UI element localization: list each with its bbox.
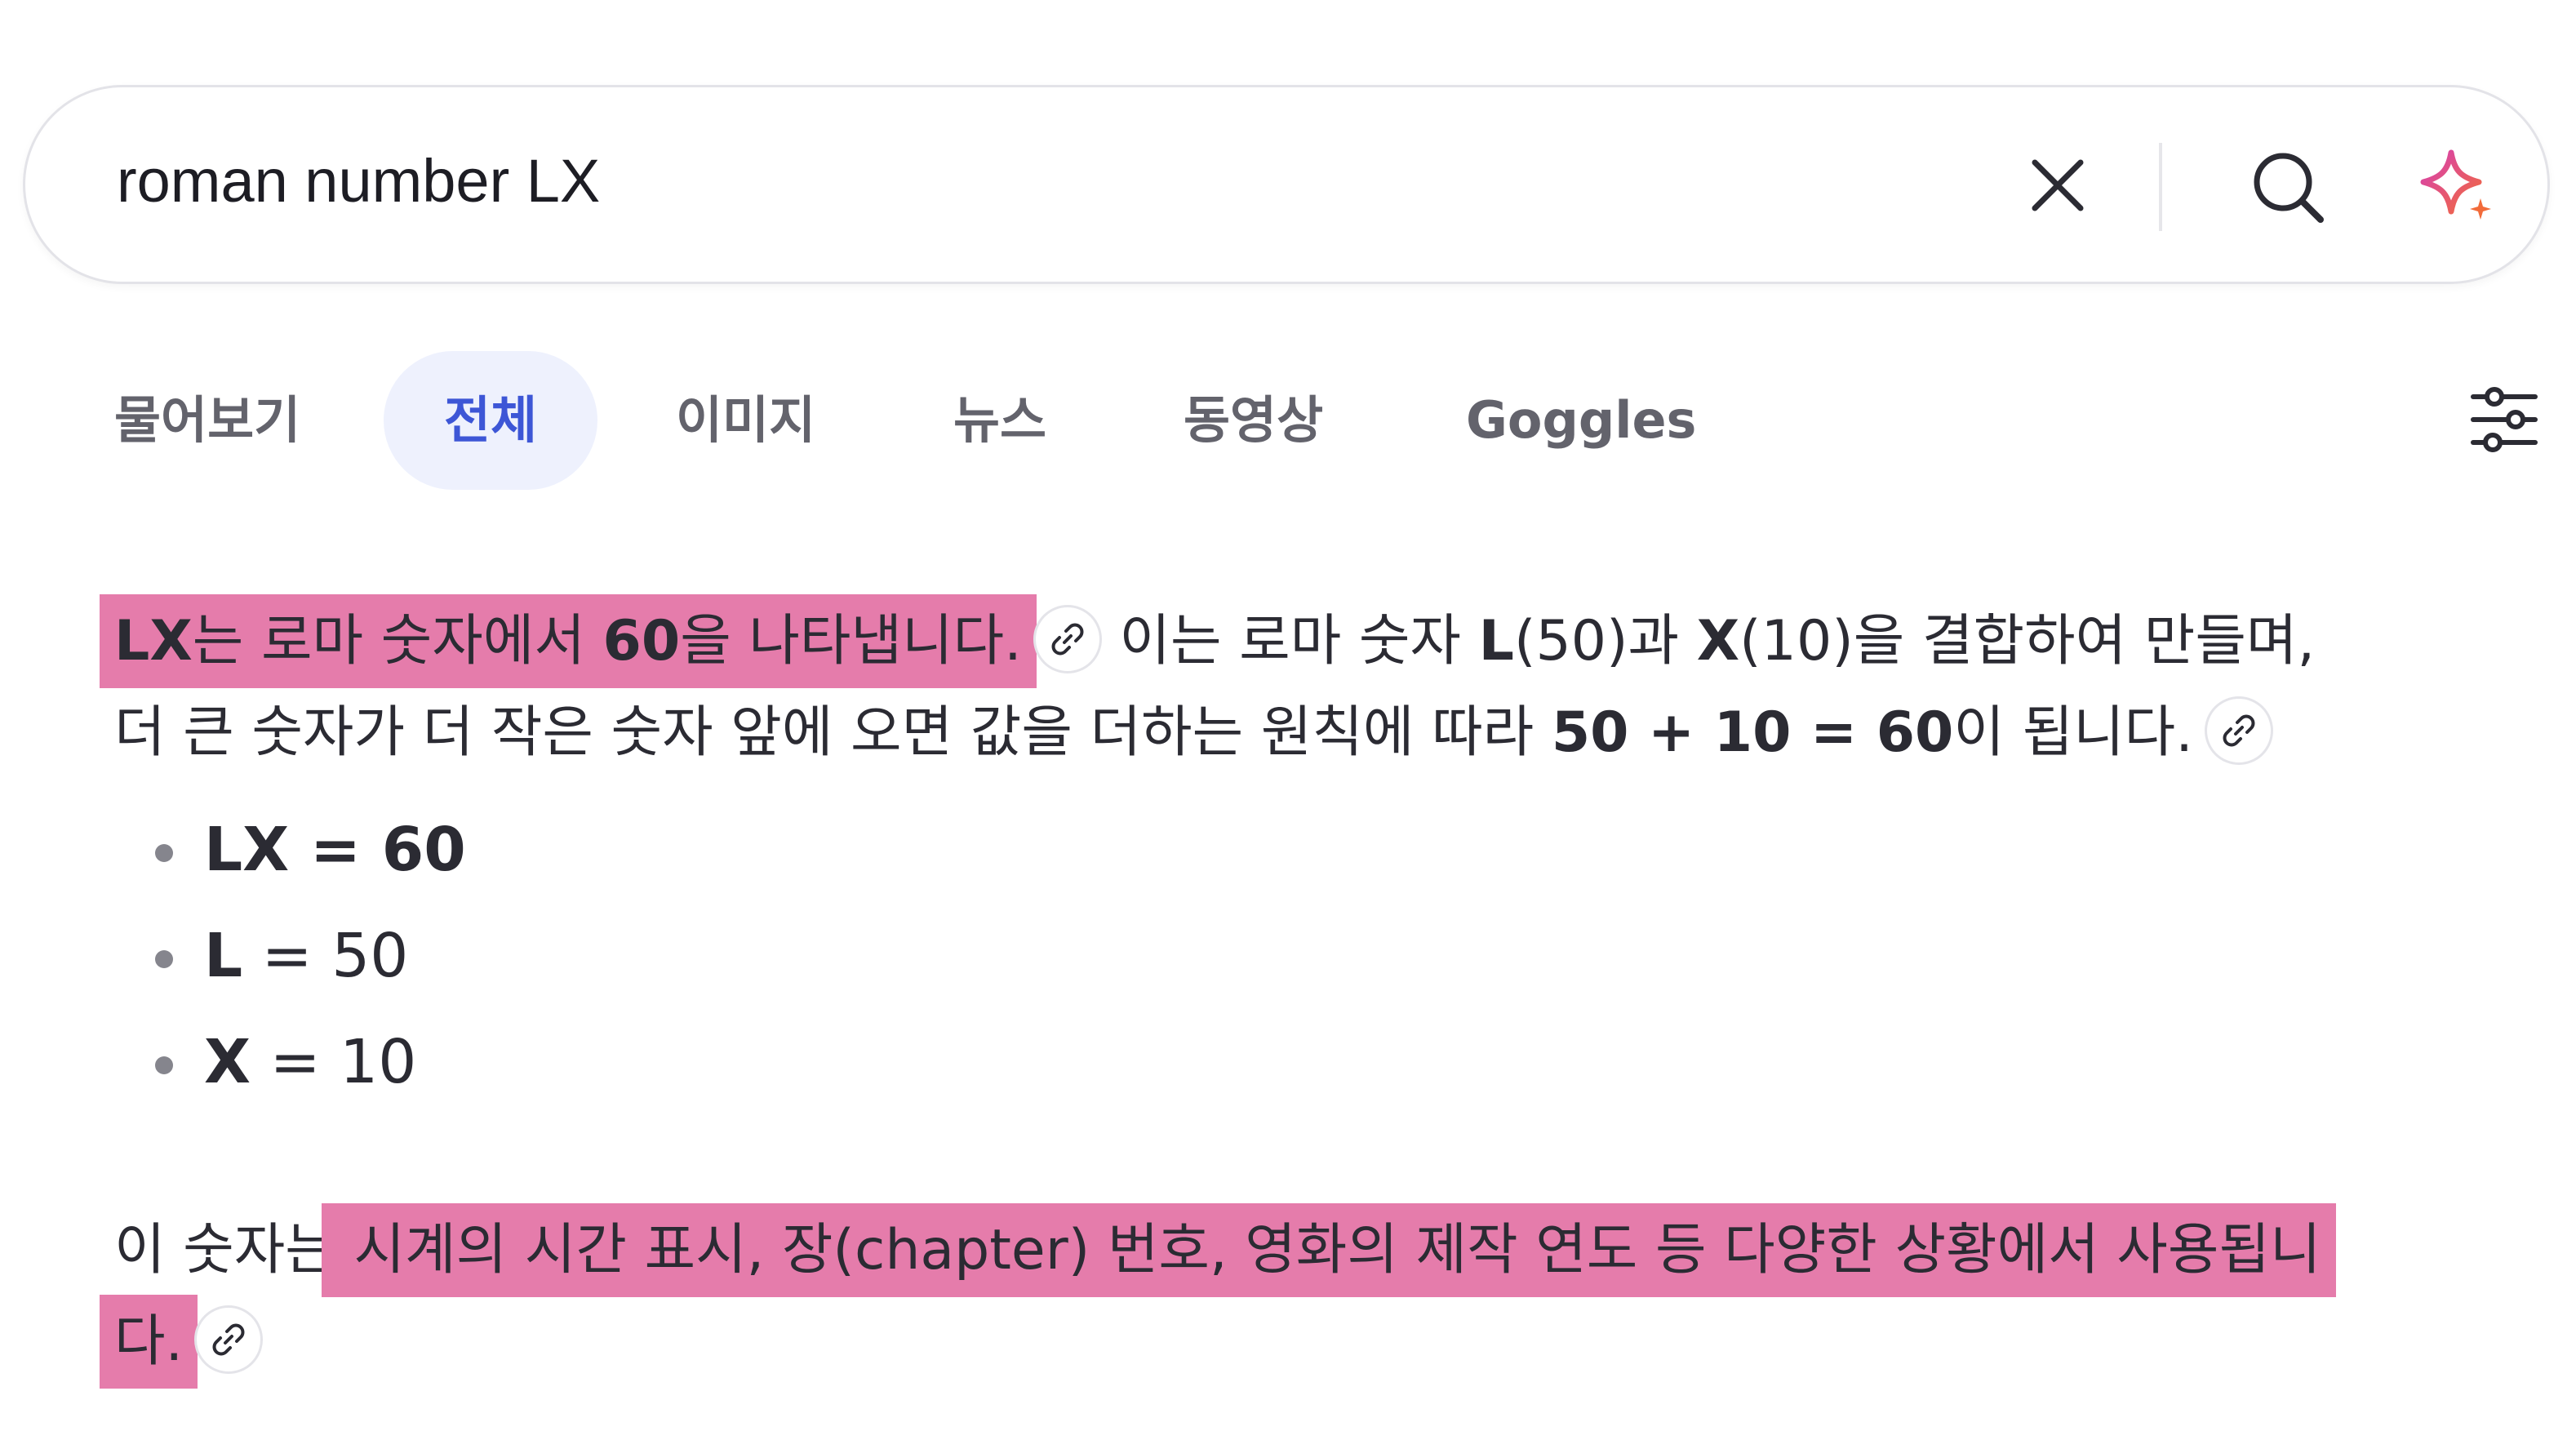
close-icon (2032, 159, 2084, 211)
answer-text: 이는 로마 숫자 (1101, 609, 1479, 673)
tab-images[interactable]: 이미지 (676, 351, 815, 490)
search-input[interactable]: roman number LX (117, 146, 600, 216)
bullet-bold-text: X (204, 1027, 251, 1097)
highlighted-text: 시계의 시간 표시, 장(chapter) 번호, 영화의 제작 연도 등 다양… (335, 1218, 2321, 1282)
list-item: LX = 60 (155, 797, 2481, 903)
answer-paragraph-2: 이 숫자는 시계의 시간 표시, 장(chapter) 번호, 영화의 제작 연… (114, 1205, 2481, 1388)
sliders-icon (2471, 387, 2538, 452)
link-icon (2223, 714, 2255, 747)
tab-ask[interactable]: 물어보기 (114, 351, 300, 490)
bullet-bold-text: L (204, 921, 243, 991)
link-icon (1051, 623, 1084, 656)
tab-videos[interactable]: 동영상 (1184, 351, 1323, 490)
answer-paragraph-1: LX는 로마 숫자에서 60을 나타냅니다. 이는 로마 숫자 L(50)과 X… (114, 596, 2481, 779)
bullet-list: LX = 60 L = 50 X = 10 (114, 797, 2481, 1115)
search-tabs: 물어보기 전체 이미지 뉴스 동영상 Goggles (0, 351, 2576, 490)
bullet-text: = 10 (251, 1027, 417, 1097)
answer-text: (50)과 (1513, 609, 1697, 673)
ai-answer: LX는 로마 숫자에서 60을 나타냅니다. 이는 로마 숫자 L(50)과 X… (114, 596, 2481, 1388)
link-icon (212, 1323, 245, 1356)
answer-text: (10)을 결합하여 만들며, (1739, 609, 2316, 673)
highlighted-text: LX는 로마 숫자에서 60을 나타냅니다. (114, 609, 1022, 673)
clear-search-button[interactable] (2017, 144, 2099, 226)
tab-all[interactable]: 전체 (384, 351, 597, 490)
highlighted-text: 다. (114, 1309, 184, 1374)
answer-text: 이 숫자는 (114, 1218, 336, 1282)
answer-text: 더 큰 숫자가 더 작은 숫자 앞에 오면 값을 더하는 원칙에 따라 (114, 700, 1552, 765)
sparkle-icon (2420, 149, 2491, 220)
search-bar[interactable]: roman number LX (23, 85, 2550, 284)
search-bar-divider (2159, 143, 2162, 231)
highlight-bold-text: 60 (602, 609, 681, 673)
highlight-text: 을 나타냅니다. (680, 609, 1022, 673)
list-item: X = 10 (155, 1009, 2481, 1115)
citation-link-button[interactable] (194, 1305, 264, 1375)
citation-link-button[interactable] (1033, 605, 1102, 674)
bullet-text: = 50 (242, 921, 409, 991)
ai-assistant-button[interactable] (2410, 141, 2502, 233)
search-icon (2254, 153, 2324, 223)
answer-bold-text: L (1478, 609, 1514, 673)
answer-bold-text: X (1696, 609, 1740, 673)
answer-text: 이 됩니다. (1953, 700, 2193, 765)
answer-bold-text: 50 + 10 = 60 (1551, 700, 1954, 765)
tab-news[interactable]: 뉴스 (953, 351, 1046, 490)
search-settings-button[interactable] (2468, 384, 2540, 456)
bullet-bold-text: LX = 60 (204, 815, 466, 885)
search-button[interactable] (2242, 141, 2334, 233)
highlight-bold-text: LX (114, 609, 193, 673)
list-item: L = 50 (155, 903, 2481, 1009)
tab-goggles[interactable]: Goggles (1466, 351, 1696, 490)
citation-link-button[interactable] (2204, 696, 2273, 766)
highlight-text: 는 로마 숫자에서 (192, 609, 603, 673)
